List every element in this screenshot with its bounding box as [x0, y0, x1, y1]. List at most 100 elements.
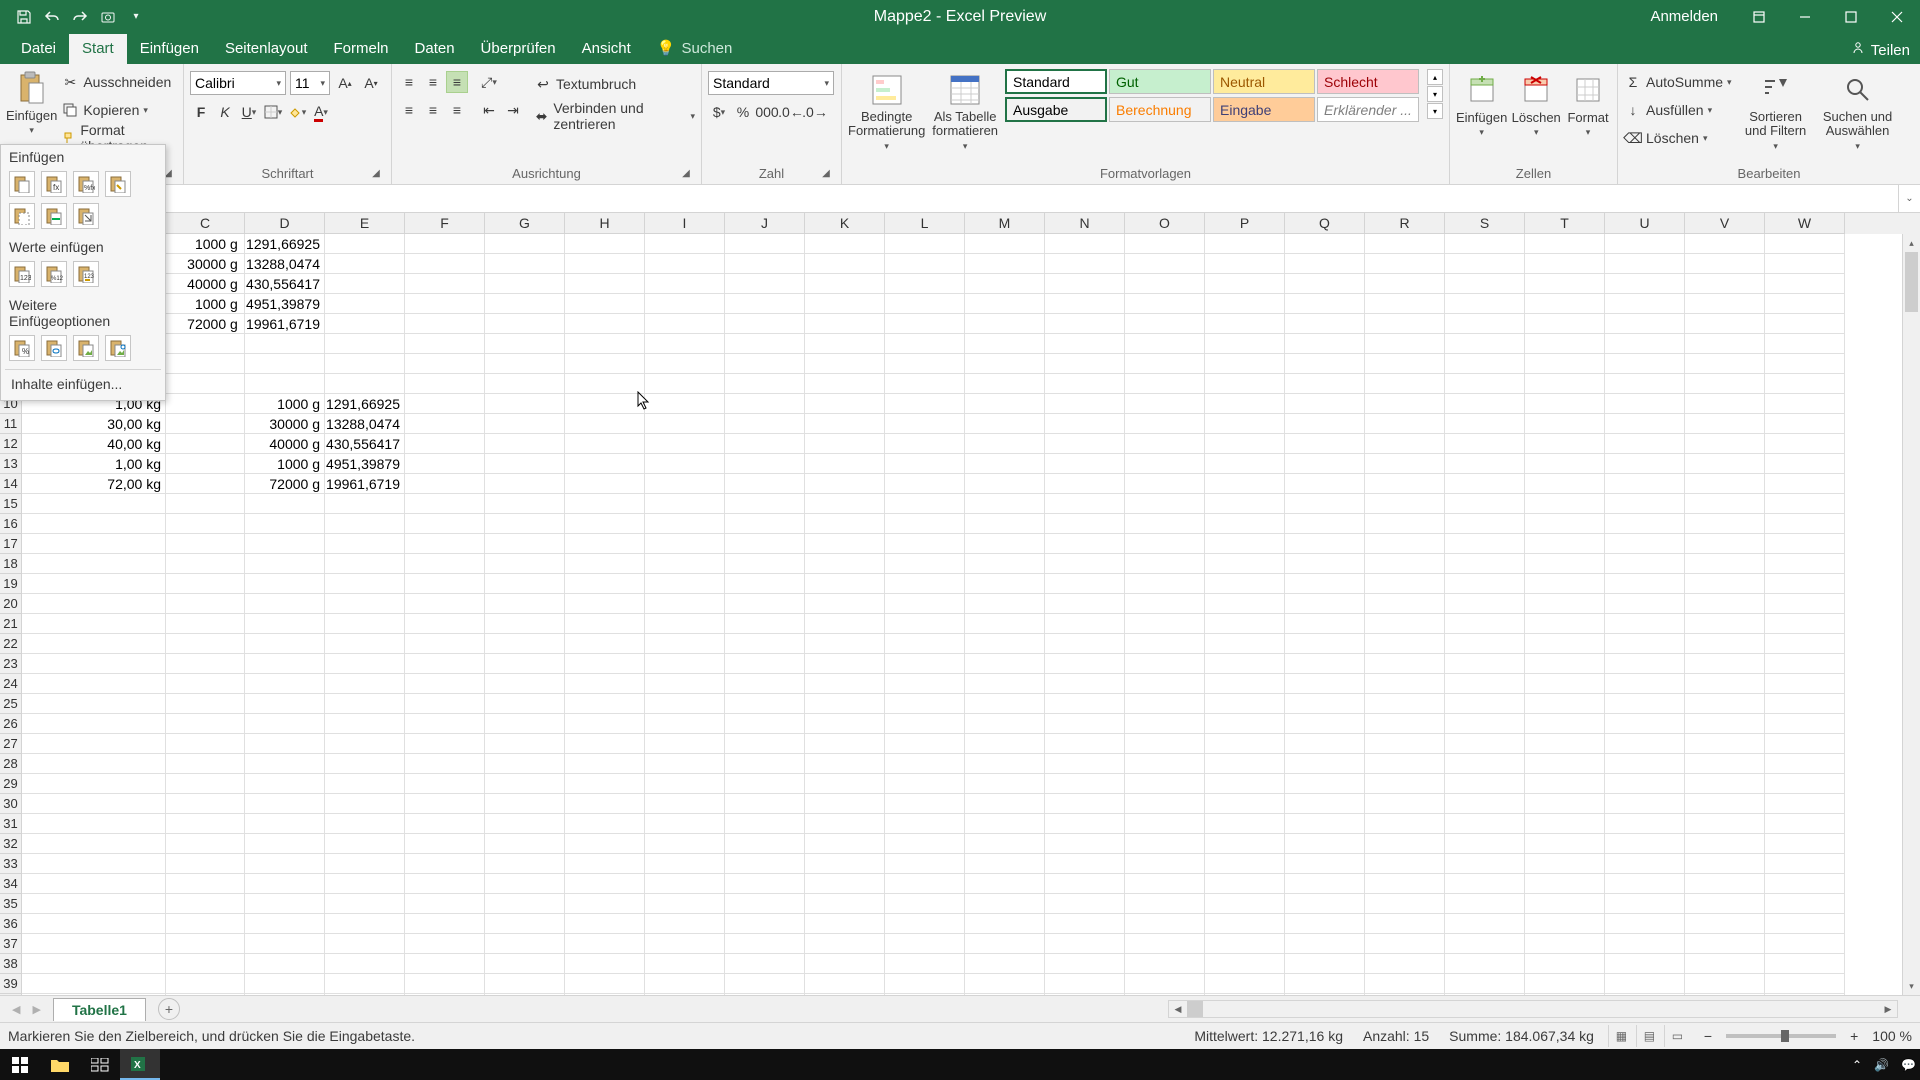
row-header[interactable]: 20: [0, 594, 22, 614]
scroll-up-icon[interactable]: ▴: [1903, 234, 1920, 252]
dialog-launcher-icon[interactable]: ◢: [819, 168, 833, 182]
gallery-more-icon[interactable]: ▾: [1427, 103, 1443, 119]
column-header[interactable]: C: [166, 213, 245, 234]
gallery-down-icon[interactable]: ▾: [1427, 86, 1443, 102]
ribbon-display-icon[interactable]: [1736, 0, 1782, 33]
page-break-view-icon[interactable]: ▭: [1664, 1025, 1690, 1047]
orientation-icon[interactable]: ⤢▾: [478, 71, 500, 93]
paste-picture-icon[interactable]: [73, 335, 99, 361]
delete-cells-button[interactable]: Löschen▾: [1511, 69, 1561, 138]
sign-in-link[interactable]: Anmelden: [1650, 8, 1718, 25]
normal-view-icon[interactable]: ▦: [1608, 1025, 1634, 1047]
undo-icon[interactable]: [42, 7, 62, 27]
style-bad[interactable]: Schlecht: [1317, 69, 1419, 94]
paste-keep-col-widths-icon[interactable]: [41, 203, 67, 229]
sheet-tab[interactable]: Tabelle1: [53, 998, 146, 1021]
row-header[interactable]: 27: [0, 734, 22, 754]
format-as-table-button[interactable]: Als Tabelle formatieren▾: [931, 69, 999, 152]
align-bottom-icon[interactable]: ≡: [446, 71, 468, 93]
row-header[interactable]: 30: [0, 794, 22, 814]
fill-color-button[interactable]: ▾: [286, 101, 308, 123]
underline-button[interactable]: U▾: [238, 101, 260, 123]
column-header[interactable]: L: [885, 213, 965, 234]
scroll-right-icon[interactable]: ▶: [1879, 1001, 1897, 1017]
tab-page-layout[interactable]: Seitenlayout: [212, 34, 321, 64]
maximize-icon[interactable]: [1828, 0, 1874, 33]
scroll-down-icon[interactable]: ▾: [1903, 977, 1920, 995]
vertical-scrollbar[interactable]: ▴ ▾: [1902, 234, 1920, 995]
row-header[interactable]: 23: [0, 654, 22, 674]
paste-transpose-icon[interactable]: [73, 203, 99, 229]
paste-values-icon[interactable]: 123: [9, 261, 35, 287]
gallery-up-icon[interactable]: ▴: [1427, 69, 1443, 85]
format-cells-button[interactable]: Format▾: [1565, 69, 1611, 138]
tray-chevron-icon[interactable]: ⌃: [1852, 1058, 1862, 1072]
find-select-button[interactable]: Suchen und Auswählen▾: [1820, 69, 1896, 152]
row-header[interactable]: 14: [0, 474, 22, 494]
row-header[interactable]: 12: [0, 434, 22, 454]
wrap-text-button[interactable]: ↩Textumbruch: [534, 71, 695, 97]
tab-view[interactable]: Ansicht: [569, 34, 644, 64]
paste-button[interactable]: Einfügen ▾: [6, 67, 57, 136]
task-view-button[interactable]: [80, 1049, 120, 1080]
row-header[interactable]: 36: [0, 914, 22, 934]
column-header[interactable]: N: [1045, 213, 1125, 234]
cut-button[interactable]: ✂Ausschneiden: [61, 69, 177, 95]
row-header[interactable]: 24: [0, 674, 22, 694]
row-header[interactable]: 29: [0, 774, 22, 794]
row-header[interactable]: 32: [0, 834, 22, 854]
font-color-button[interactable]: A▾: [310, 101, 332, 123]
camera-icon[interactable]: [98, 7, 118, 27]
copy-button[interactable]: Kopieren▾: [61, 97, 177, 123]
paste-all-icon[interactable]: [9, 171, 35, 197]
row-header[interactable]: 37: [0, 934, 22, 954]
zoom-in-icon[interactable]: +: [1850, 1028, 1858, 1044]
paste-no-borders-icon[interactable]: [9, 203, 35, 229]
number-format-combo[interactable]: Standard▾: [708, 71, 834, 95]
file-explorer-button[interactable]: [40, 1049, 80, 1080]
row-header[interactable]: 25: [0, 694, 22, 714]
paste-formatting-icon[interactable]: %: [9, 335, 35, 361]
decrease-decimal-icon[interactable]: .0→: [804, 101, 826, 123]
dialog-launcher-icon[interactable]: ◢: [369, 168, 383, 182]
row-header[interactable]: 22: [0, 634, 22, 654]
zoom-level[interactable]: 100 %: [1872, 1028, 1912, 1044]
decrease-indent-icon[interactable]: ⇤: [478, 99, 500, 121]
clear-button[interactable]: ⌫Löschen▾: [1624, 125, 1732, 151]
style-output[interactable]: Ausgabe: [1005, 97, 1107, 122]
column-header[interactable]: S: [1445, 213, 1525, 234]
row-header[interactable]: 21: [0, 614, 22, 634]
row-header[interactable]: 34: [0, 874, 22, 894]
percent-format-icon[interactable]: %: [732, 101, 754, 123]
tab-data[interactable]: Daten: [402, 34, 468, 64]
conditional-formatting-button[interactable]: Bedingte Formatierung▾: [848, 69, 925, 152]
row-header[interactable]: 35: [0, 894, 22, 914]
tab-formulas[interactable]: Formeln: [321, 34, 402, 64]
save-icon[interactable]: [14, 7, 34, 27]
row-header[interactable]: 16: [0, 514, 22, 534]
column-header[interactable]: D: [245, 213, 325, 234]
font-size-combo[interactable]: 11▾: [290, 71, 330, 95]
column-header[interactable]: R: [1365, 213, 1445, 234]
row-header[interactable]: 33: [0, 854, 22, 874]
horizontal-scrollbar[interactable]: ◀ ▶: [1168, 1000, 1898, 1018]
page-layout-view-icon[interactable]: ▤: [1636, 1025, 1662, 1047]
paste-special-item[interactable]: Inhalte einfügen...: [1, 372, 165, 396]
align-left-icon[interactable]: ≡: [398, 99, 420, 121]
excel-taskbar-button[interactable]: X: [120, 1049, 160, 1080]
column-header[interactable]: G: [485, 213, 565, 234]
style-calculation[interactable]: Berechnung: [1109, 97, 1211, 122]
increase-decimal-icon[interactable]: .0←: [780, 101, 802, 123]
align-top-icon[interactable]: ≡: [398, 71, 420, 93]
style-input[interactable]: Eingabe: [1213, 97, 1315, 122]
action-center-icon[interactable]: 💬: [1901, 1058, 1916, 1072]
tab-start[interactable]: Start: [69, 34, 127, 64]
share-button[interactable]: Teilen: [1871, 42, 1910, 59]
paste-keep-source-icon[interactable]: [105, 171, 131, 197]
paste-linked-picture-icon[interactable]: [105, 335, 131, 361]
autosum-button[interactable]: ΣAutoSumme▾: [1624, 69, 1732, 95]
row-header[interactable]: 11: [0, 414, 22, 434]
column-header[interactable]: H: [565, 213, 645, 234]
minimize-icon[interactable]: [1782, 0, 1828, 33]
increase-indent-icon[interactable]: ⇥: [502, 99, 524, 121]
